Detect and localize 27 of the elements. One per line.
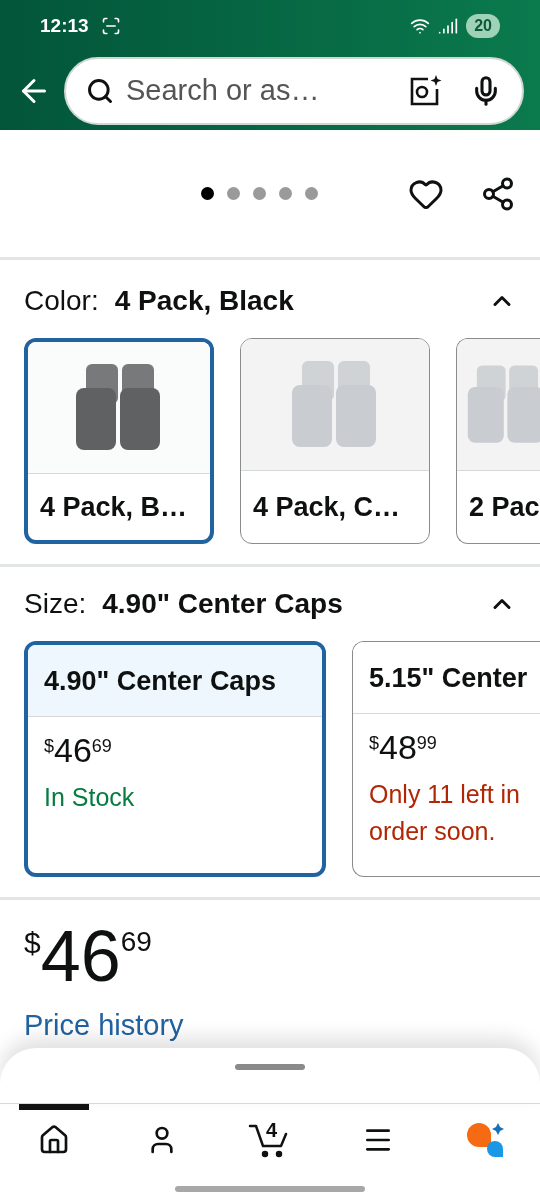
battery-level: 20 — [466, 14, 500, 39]
home-icon[interactable] — [38, 1123, 70, 1156]
color-option[interactable]: 4 Pack, C… — [240, 338, 430, 545]
search-bar[interactable]: Search or as… — [64, 56, 524, 125]
camera-icon[interactable] — [408, 73, 442, 108]
option-value: 4 Pack, Black — [114, 284, 294, 319]
option-name: 4 Pack, B… — [40, 491, 188, 525]
drag-handle[interactable] — [235, 1063, 305, 1070]
option-value: 4.90" Center Caps — [102, 587, 343, 622]
stock-status: In Stock — [44, 782, 136, 814]
stock-status: Only 11 left in order soon. — [369, 779, 521, 848]
option-name: 4 Pack, C… — [253, 491, 401, 525]
nav-tab[interactable]: 4 — [235, 1103, 305, 1170]
status-time: 12:13 — [40, 14, 89, 38]
cart-count: 4 — [266, 1119, 278, 1140]
search-icon — [86, 76, 114, 105]
option-label: Color: — [24, 284, 99, 319]
color-option[interactable]: 2 Pac — [456, 338, 540, 545]
size-name: 4.90" Center Caps — [44, 664, 276, 698]
color-option[interactable]: 4 Pack, B… — [24, 338, 214, 545]
option-name: 2 Pac — [469, 491, 540, 525]
search-field[interactable]: Search or as… — [126, 68, 396, 113]
price-history-link[interactable]: Price history — [24, 1004, 516, 1048]
screenshot-icon — [100, 16, 121, 37]
size-name: 5.15" Center — [369, 661, 528, 695]
share-icon[interactable] — [480, 175, 516, 212]
option-label: Size: — [24, 587, 87, 622]
